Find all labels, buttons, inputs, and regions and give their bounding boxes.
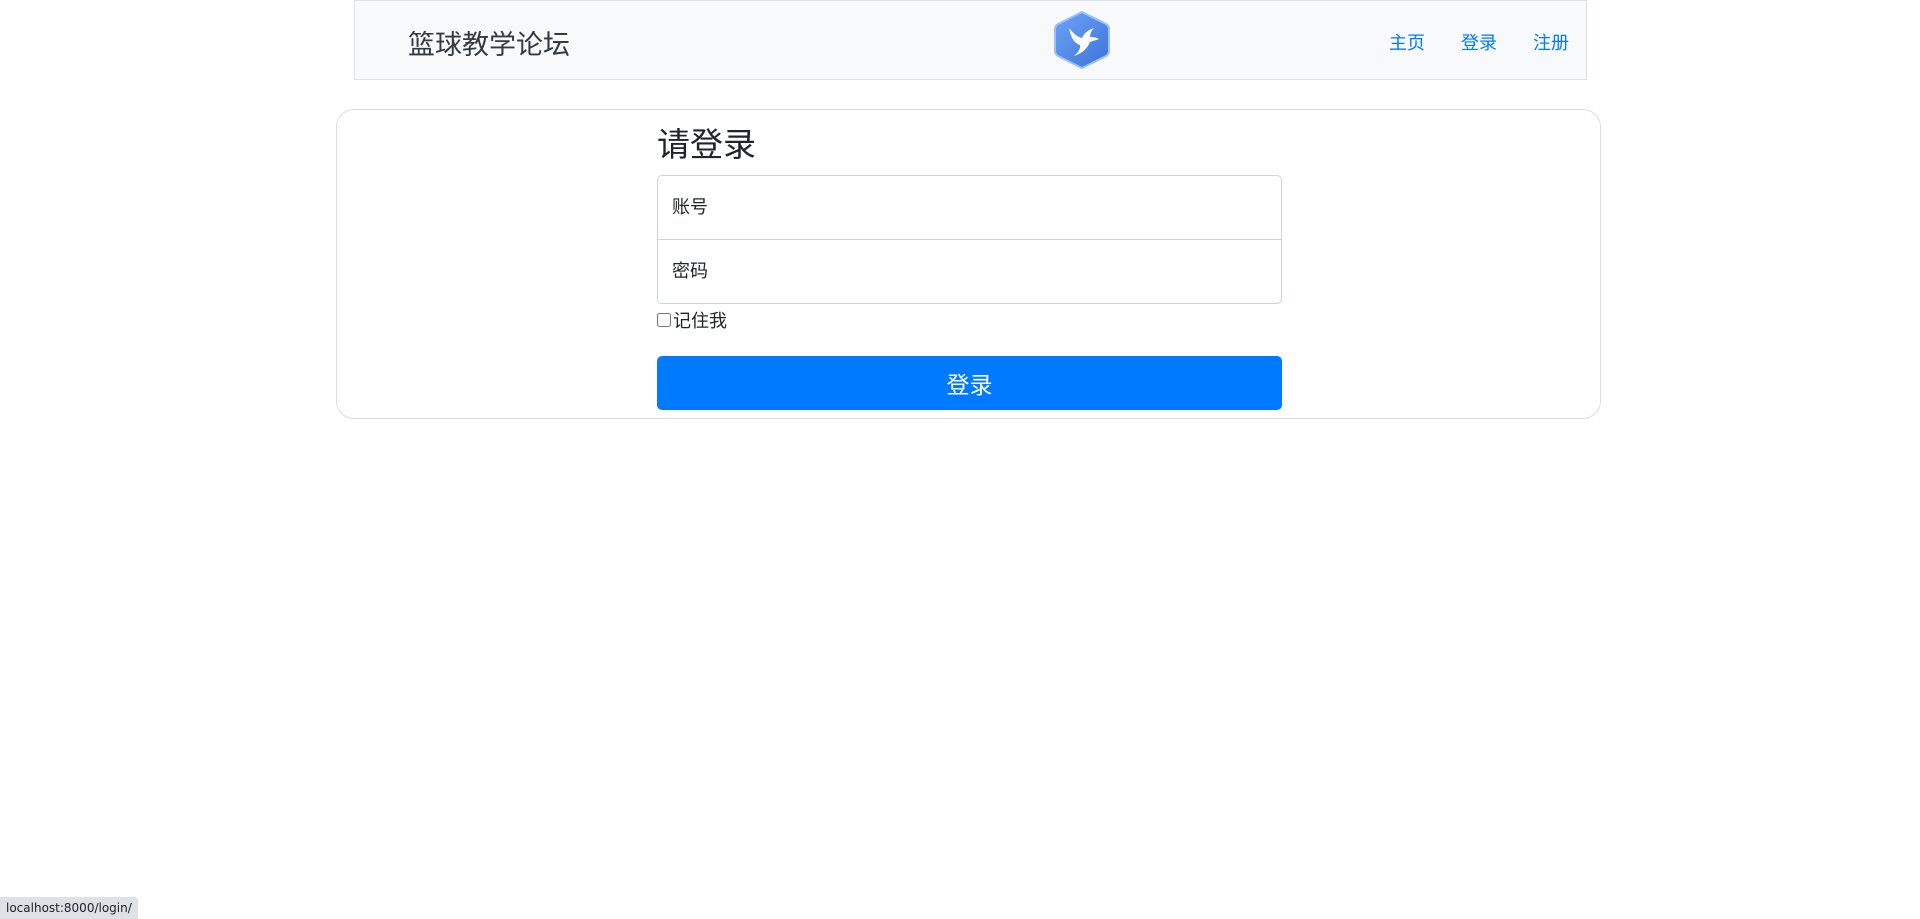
hummingbird-logo-icon	[1052, 10, 1112, 70]
brand-link[interactable]: 篮球教学论坛	[408, 23, 570, 62]
password-input[interactable]	[657, 239, 1282, 304]
nav-links: 主页 登录 注册	[1389, 29, 1569, 55]
top-navbar: 篮球教学论坛 主页 登录 注册	[354, 0, 1587, 80]
account-input[interactable]	[657, 175, 1282, 240]
nav-link-login[interactable]: 登录	[1461, 29, 1497, 55]
nav-link-register[interactable]: 注册	[1533, 29, 1569, 55]
page-title: 请登录	[657, 125, 756, 164]
remember-me-label: 记住我	[673, 311, 727, 332]
login-button[interactable]: 登录	[657, 356, 1282, 410]
status-bar-url: localhost:8000/login/	[0, 897, 138, 919]
login-card: 请登录 记住我 登录	[336, 109, 1601, 419]
remember-me[interactable]: 记住我	[657, 307, 727, 333]
remember-me-checkbox[interactable]	[657, 313, 671, 327]
nav-link-home[interactable]: 主页	[1389, 29, 1425, 55]
